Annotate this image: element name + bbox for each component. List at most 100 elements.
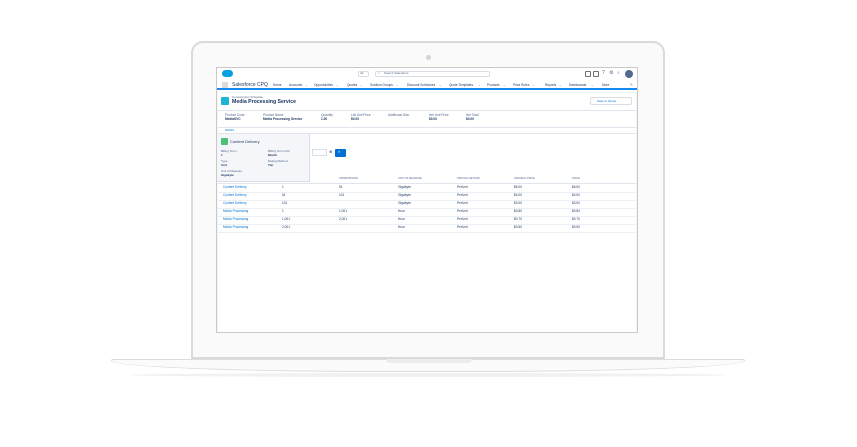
column-header[interactable]: UPPER BOUND bbox=[339, 177, 358, 181]
rate-name-link[interactable]: Content Delivery bbox=[223, 193, 247, 197]
chevron-down-icon[interactable]: ⌄ bbox=[591, 84, 594, 87]
help-icon[interactable]: ? bbox=[602, 71, 605, 76]
pencil-icon[interactable]: ✎ bbox=[630, 83, 633, 88]
column-header[interactable]: ORIGINAL PRICE bbox=[514, 177, 535, 181]
summary-label: Additional Disc. bbox=[388, 113, 410, 117]
pricing-method: PerUnit bbox=[457, 193, 468, 197]
lower-bound: 101 bbox=[282, 201, 288, 205]
chevron-down-icon[interactable]: ⌄ bbox=[396, 84, 399, 87]
upper-bound: 1,001 bbox=[339, 209, 347, 213]
price: $3.00 bbox=[572, 201, 580, 205]
popover-value: Unit bbox=[221, 163, 227, 167]
rate-name-link[interactable]: Content Delivery bbox=[223, 185, 247, 189]
laptop-shadow bbox=[130, 373, 726, 377]
summary-value: $0.00 bbox=[466, 117, 474, 121]
row-divider bbox=[218, 232, 636, 233]
pricing-method: PerUnit bbox=[457, 217, 468, 221]
chevron-down-icon[interactable]: ⌄ bbox=[360, 84, 363, 87]
chevron-down-icon[interactable]: ⌄ bbox=[532, 84, 535, 87]
nav-item-quotes[interactable]: Quotes bbox=[347, 83, 357, 87]
app-name: Salesforce CPQ bbox=[232, 82, 268, 88]
chevron-down-icon[interactable]: ⌄ bbox=[439, 84, 442, 87]
webcam bbox=[426, 55, 431, 60]
clear-icon[interactable]: ⊗ bbox=[329, 150, 332, 154]
original-price: $6.00 bbox=[514, 185, 522, 189]
price: $0.50 bbox=[572, 225, 580, 229]
nav-item-more[interactable]: More bbox=[602, 83, 609, 87]
nav-item-home[interactable]: Home bbox=[273, 83, 282, 87]
original-price: $4.00 bbox=[514, 193, 522, 197]
search-placeholder: Search Salesforce bbox=[384, 71, 409, 75]
rate-name-link[interactable]: Media Processing bbox=[223, 225, 248, 229]
tab-rates[interactable]: RATES bbox=[225, 129, 234, 132]
unit-of-measure: Hour bbox=[398, 209, 405, 213]
schedule-icon bbox=[221, 138, 228, 145]
lower-bound: 1,001 bbox=[282, 217, 290, 221]
search-scope-label: All bbox=[360, 71, 364, 75]
save-to-quote-label: Save to Quote bbox=[597, 99, 617, 103]
popover-value: Month bbox=[268, 153, 277, 157]
pricing-method: PerUnit bbox=[457, 209, 468, 213]
rate-name-link[interactable]: Content Delivery bbox=[223, 201, 247, 205]
original-price: $0.50 bbox=[514, 225, 522, 229]
nav-item-accounts[interactable]: Accounts bbox=[289, 83, 302, 87]
table-header-divider bbox=[218, 183, 636, 184]
nav-item-price-rules[interactable]: Price Rules bbox=[513, 83, 529, 87]
unit-of-measure: Gigabyte bbox=[398, 185, 411, 189]
chevron-down-icon[interactable]: ⌄ bbox=[503, 84, 506, 87]
bell-icon[interactable]: ♪ bbox=[617, 71, 620, 76]
search-input[interactable]: ⌕ Search Salesforce bbox=[375, 71, 490, 77]
app-launcher-icon[interactable] bbox=[222, 82, 228, 88]
search-scope-select[interactable]: All bbox=[358, 71, 369, 77]
column-header[interactable]: PRICE bbox=[572, 177, 580, 181]
unit-of-measure: Hour bbox=[398, 217, 405, 221]
unit-of-measure: Gigabyte bbox=[398, 193, 411, 197]
global-actions-icon[interactable] bbox=[593, 71, 599, 77]
popover-label: Billing Term bbox=[221, 149, 237, 153]
price: $0.80 bbox=[572, 209, 580, 213]
original-price: $0.70 bbox=[514, 217, 522, 221]
upper-bound: 101 bbox=[339, 193, 345, 197]
upper-bound: 51 bbox=[339, 185, 343, 189]
summary-value: $0.00 bbox=[351, 117, 359, 121]
nav-item-solution-groups[interactable]: Solution Groups bbox=[370, 83, 393, 87]
summary-value: 1.00 bbox=[321, 117, 328, 121]
cloud-logo-icon[interactable] bbox=[222, 70, 233, 77]
gear-icon[interactable]: ⚙ bbox=[609, 71, 613, 76]
lower-bound: 2,001 bbox=[282, 225, 290, 229]
avatar[interactable] bbox=[625, 70, 633, 78]
filter-input[interactable] bbox=[312, 149, 327, 156]
chevron-down-icon[interactable]: ⌄ bbox=[305, 84, 308, 87]
price: $4.00 bbox=[572, 193, 580, 197]
popover-value: Gigabyte bbox=[221, 173, 234, 177]
rate-name-link[interactable]: Media Processing bbox=[223, 217, 248, 221]
nav-item-products[interactable]: Products bbox=[487, 83, 500, 87]
filter-search-button[interactable]: ⌕ bbox=[335, 149, 346, 157]
nav-item-quote-templates[interactable]: Quote Templates bbox=[449, 83, 473, 87]
summary-value: MediaSVC bbox=[225, 117, 241, 121]
rate-name-link[interactable]: Media Processing bbox=[223, 209, 248, 213]
chevron-down-icon[interactable]: ⌄ bbox=[478, 84, 481, 87]
unit-of-measure: Hour bbox=[398, 225, 405, 229]
unit-of-measure: Gigabyte bbox=[398, 201, 411, 205]
column-header[interactable]: PRICING METHOD bbox=[457, 177, 480, 181]
upper-bound: 2,001 bbox=[339, 217, 347, 221]
summary-value: $0.00 bbox=[429, 117, 437, 121]
chevron-down-icon[interactable]: ⌄ bbox=[336, 84, 339, 87]
column-header[interactable]: UNIT OF MEASURE bbox=[398, 177, 422, 181]
pricing-method: PerUnit bbox=[457, 201, 468, 205]
nav-item-opportunities[interactable]: Opportunities bbox=[314, 83, 333, 87]
laptop-screen: All ⌕ Search Salesforce ? ⚙ ♪ Salesforce… bbox=[216, 67, 638, 333]
save-to-quote-button[interactable]: Save to Quote bbox=[590, 97, 632, 105]
original-price: $0.80 bbox=[514, 209, 522, 213]
lower-bound: 51 bbox=[282, 193, 286, 197]
nav-item-dashboards[interactable]: Dashboards bbox=[569, 83, 586, 87]
favorites-icon[interactable] bbox=[585, 71, 591, 77]
pricing-method: PerUnit bbox=[457, 225, 468, 229]
nav-item-reports[interactable]: Reports bbox=[545, 83, 556, 87]
popover-value: Tier bbox=[268, 163, 274, 167]
nav-item-discount-schedules[interactable]: Discount Schedules bbox=[407, 83, 435, 87]
chevron-down-icon[interactable]: ⌄ bbox=[559, 84, 562, 87]
pricing-method: PerUnit bbox=[457, 185, 468, 189]
lower-bound: 1 bbox=[282, 185, 284, 189]
